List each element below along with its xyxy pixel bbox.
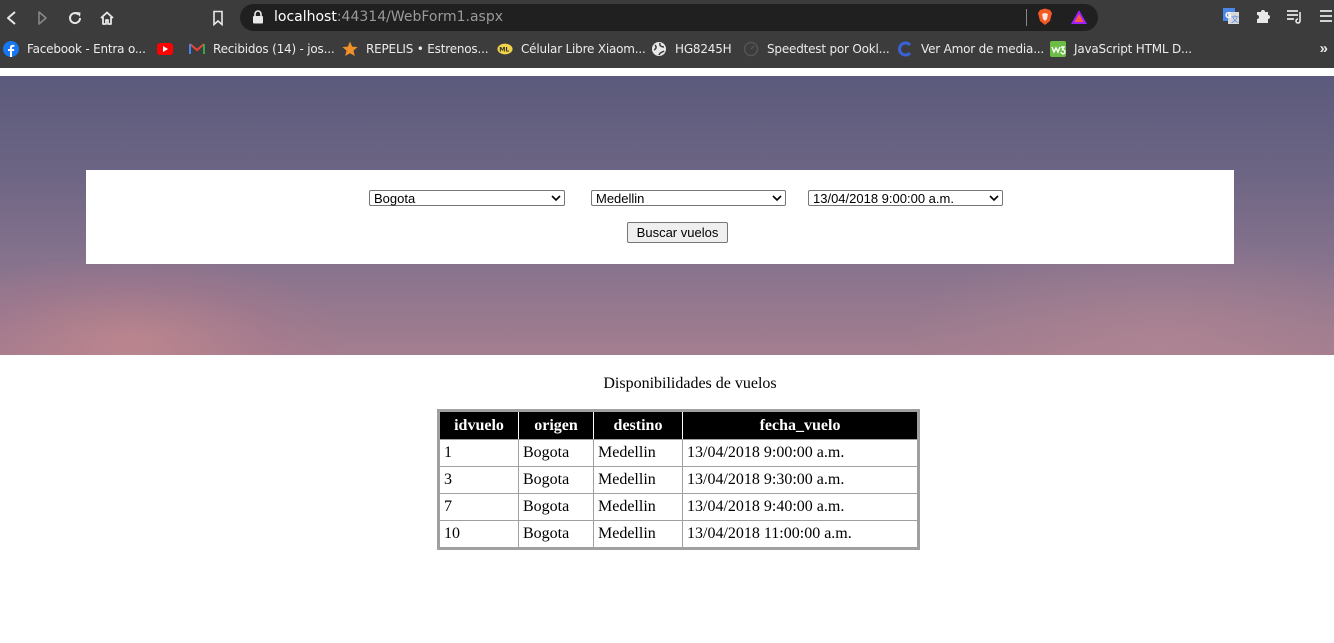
date-select[interactable]: 13/04/2018 9:00:00 a.m.	[808, 190, 1003, 206]
facebook-icon	[3, 41, 19, 57]
forward-icon	[38, 11, 47, 25]
bookmark-amor-de-media[interactable]: Ver Amor de media...	[897, 40, 1044, 58]
url-host: localhost	[274, 9, 337, 25]
date-value: 13/04/2018 9:00:00 a.m.	[813, 191, 954, 206]
back-button[interactable]	[0, 6, 24, 30]
column-header-destino: destino	[594, 412, 683, 439]
bookmark-repelis[interactable]: REPELIS • Estrenos...	[342, 40, 489, 58]
chevron-down-icon	[772, 195, 782, 202]
origin-value: Bogota	[374, 191, 416, 206]
table-row: 1 Bogota Medellin 13/04/2018 9:00:00 a.m…	[440, 439, 917, 466]
forward-button[interactable]	[30, 6, 54, 30]
reading-list-icon[interactable]	[1286, 7, 1304, 25]
cell-destino: Medellin	[594, 493, 683, 520]
w3-icon	[1050, 41, 1066, 57]
c-logo-icon	[897, 41, 913, 57]
cell-origen: Bogota	[519, 520, 594, 547]
menu-icon[interactable]	[1318, 7, 1334, 25]
cell-destino: Medellin	[594, 466, 683, 493]
cell-destino: Medellin	[594, 439, 683, 466]
bookmark-facebook[interactable]: Facebook - Entra o...	[3, 40, 146, 58]
search-flights-button[interactable]: Buscar vuelos	[627, 222, 728, 243]
bookmark-label: Facebook - Entra o...	[27, 42, 146, 56]
address-bar[interactable]: localhost:44314/WebForm1.aspx	[240, 4, 1098, 31]
svg-text:ML: ML	[499, 47, 509, 54]
bookmark-page-button[interactable]	[206, 6, 230, 30]
bookmark-label: HG8245H	[675, 42, 732, 56]
bookmarks-bar: Facebook - Entra o... Recibidos (14) - j…	[0, 35, 1334, 63]
reload-button[interactable]	[63, 6, 87, 30]
store-icon: ML	[497, 41, 513, 57]
more-bookmarks-button[interactable]: »	[1320, 40, 1328, 57]
chevron-down-icon	[551, 195, 561, 202]
cell-fecha-vuelo: 13/04/2018 9:00:00 a.m.	[683, 439, 917, 466]
destination-select[interactable]: Medellin	[591, 190, 786, 206]
bookmark-youtube[interactable]	[157, 40, 181, 58]
cell-origen: Bogota	[519, 466, 594, 493]
home-icon	[100, 11, 114, 25]
column-header-idvuelo: idvuelo	[440, 412, 519, 439]
page-top-margin	[0, 68, 1334, 76]
bookmark-label: JavaScript HTML D...	[1074, 42, 1192, 56]
table-row: 3 Bogota Medellin 13/04/2018 9:30:00 a.m…	[440, 466, 917, 493]
translate-icon[interactable]: G文	[1222, 7, 1240, 25]
gmail-icon	[189, 41, 205, 57]
bookmark-label: REPELIS • Estrenos...	[366, 42, 489, 56]
search-panel: Bogota Medellin 13/04/2018 9:00:00 a.m. …	[86, 170, 1234, 264]
bookmark-celular[interactable]: ML Célular Libre Xiaom...	[497, 40, 646, 58]
url-path: :44314/WebForm1.aspx	[336, 9, 504, 25]
bookmark-speedtest[interactable]: Speedtest por Ookl...	[743, 40, 890, 58]
table-row: 7 Bogota Medellin 13/04/2018 9:40:00 a.m…	[440, 493, 917, 520]
results-title: Disponibilidades de vuelos	[603, 375, 777, 392]
url-divider	[1026, 9, 1027, 26]
bookmark-label: Ver Amor de media...	[921, 42, 1045, 56]
table-row: 10 Bogota Medellin 13/04/2018 11:00:00 a…	[440, 520, 917, 547]
star-icon	[342, 41, 358, 57]
lock-icon	[253, 10, 263, 24]
cell-idvuelo: 10	[440, 520, 519, 547]
flights-table: idvuelo origen destino fecha_vuelo 1 Bog…	[437, 409, 920, 550]
bookmark-hg8245h[interactable]: HG8245H	[651, 40, 732, 58]
bookmark-javascript[interactable]: JavaScript HTML D...	[1050, 40, 1192, 58]
cell-fecha-vuelo: 13/04/2018 9:30:00 a.m.	[683, 466, 917, 493]
column-header-origen: origen	[519, 412, 594, 439]
cell-fecha-vuelo: 13/04/2018 9:40:00 a.m.	[683, 493, 917, 520]
cell-idvuelo: 1	[440, 439, 519, 466]
chevron-down-icon	[989, 195, 999, 202]
browser-toolbar: localhost:44314/WebForm1.aspx G文	[0, 0, 1334, 35]
cell-origen: Bogota	[519, 439, 594, 466]
youtube-icon	[157, 41, 173, 57]
origin-select[interactable]: Bogota	[369, 190, 565, 206]
brave-rewards-icon[interactable]	[1070, 9, 1088, 25]
bookmark-gmail[interactable]: Recibidos (14) - jos...	[189, 40, 335, 58]
bookmark-icon	[213, 10, 223, 26]
cell-origen: Bogota	[519, 493, 594, 520]
cloud-glow	[0, 256, 340, 355]
svg-text:文: 文	[1231, 14, 1239, 24]
destination-value: Medellin	[596, 191, 645, 206]
back-icon	[7, 11, 16, 25]
reload-icon	[69, 12, 82, 25]
extensions-puzzle-icon[interactable]	[1254, 7, 1272, 25]
bookmark-label: Célular Libre Xiaom...	[521, 42, 646, 56]
column-header-fecha-vuelo: fecha_vuelo	[683, 412, 917, 439]
url-text[interactable]: localhost:44314/WebForm1.aspx	[274, 9, 503, 25]
globe-icon	[651, 41, 667, 57]
cell-idvuelo: 3	[440, 466, 519, 493]
home-button[interactable]	[95, 6, 119, 30]
bookmark-label: Recibidos (14) - jos...	[213, 42, 335, 56]
table-header-row: idvuelo origen destino fecha_vuelo	[440, 412, 917, 439]
bookmark-label: Speedtest por Ookl...	[767, 42, 890, 56]
cell-destino: Medellin	[594, 520, 683, 547]
cell-fecha-vuelo: 13/04/2018 11:00:00 a.m.	[683, 520, 917, 547]
cell-idvuelo: 7	[440, 493, 519, 520]
hero-banner: Bogota Medellin 13/04/2018 9:00:00 a.m. …	[0, 76, 1334, 355]
brave-shields-icon[interactable]	[1037, 8, 1053, 26]
speedtest-icon	[743, 41, 759, 57]
